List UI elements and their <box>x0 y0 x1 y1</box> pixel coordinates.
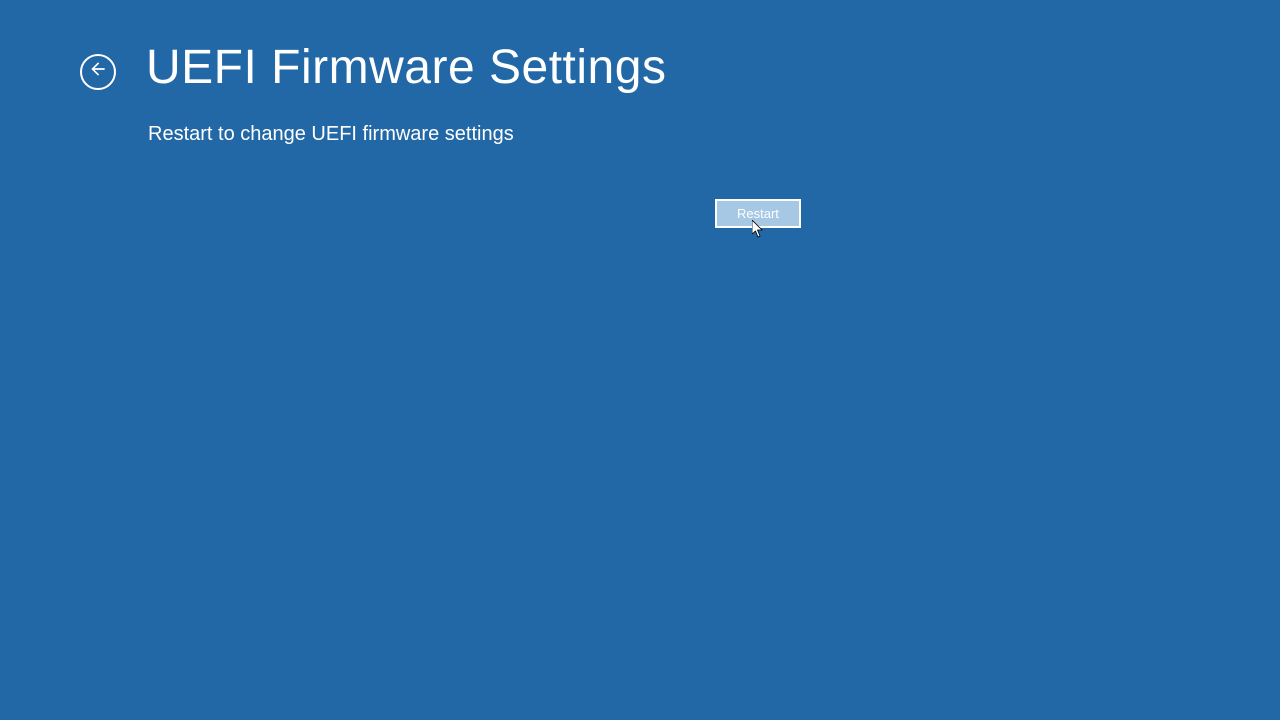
page-header: UEFI Firmware Settings <box>0 0 1280 95</box>
button-row: Restart <box>715 199 801 228</box>
page-title: UEFI Firmware Settings <box>146 40 666 95</box>
arrow-left-icon <box>88 59 108 84</box>
page-description: Restart to change UEFI firmware settings <box>0 95 1280 146</box>
back-button[interactable] <box>80 54 116 90</box>
restart-button[interactable]: Restart <box>715 199 801 228</box>
